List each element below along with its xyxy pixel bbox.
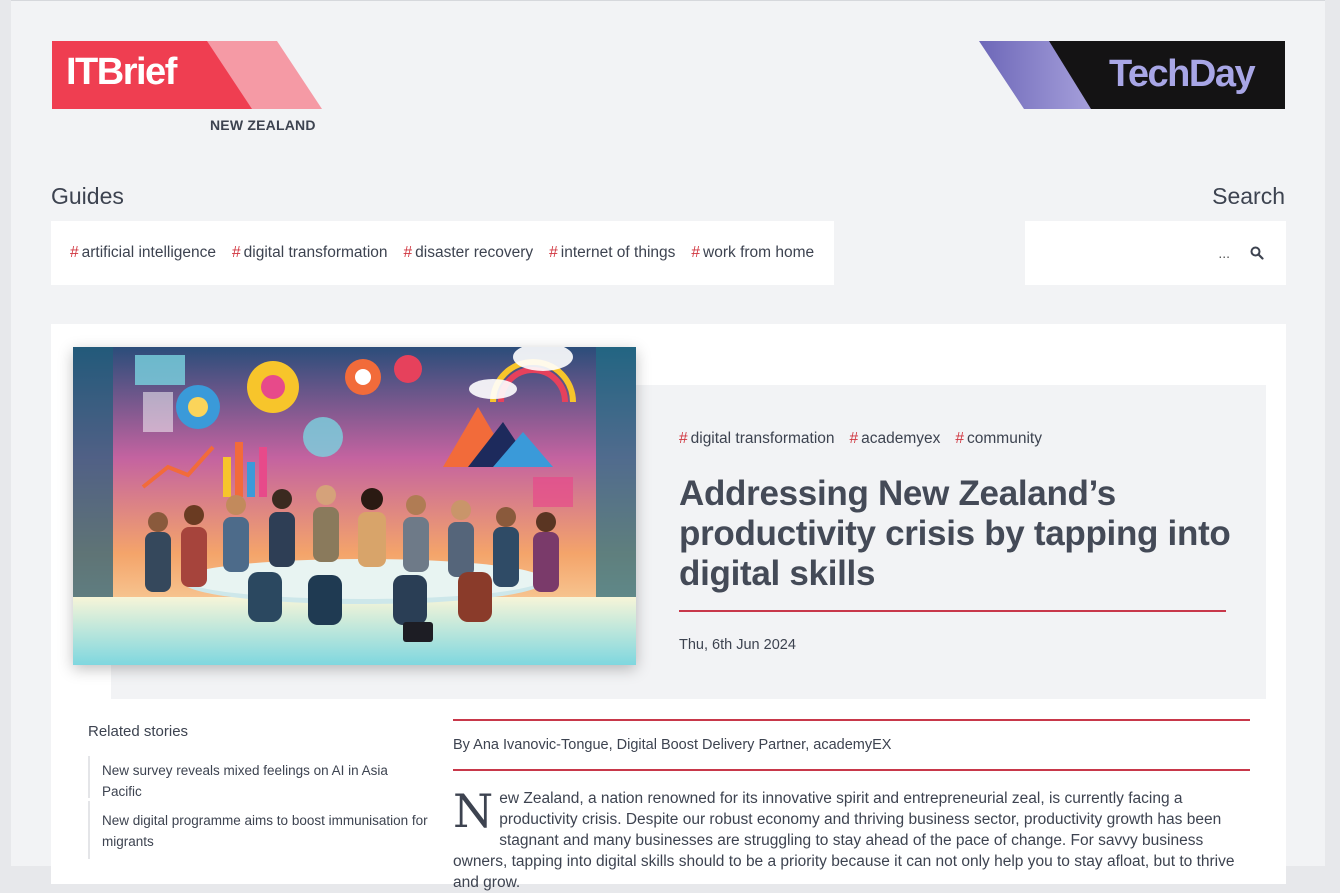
hero-image[interactable] (73, 347, 636, 665)
search-icon[interactable] (1250, 246, 1264, 260)
article-card: # digital transformation # academyex # comm… (51, 324, 1286, 891)
techday-logo[interactable]: TechDay (979, 41, 1285, 109)
headline-divider (679, 610, 1226, 612)
article-tag[interactable]: # academyex (850, 430, 941, 448)
search-input[interactable]: ... (1025, 221, 1286, 285)
article-date: Thu, 6th Jun 2024 (679, 637, 796, 653)
guide-tag[interactable]: # artificial intelligence (70, 244, 216, 262)
related-story-link[interactable]: New digital programme aims to boost immu… (88, 801, 428, 859)
itbrief-wordmark: ITBrief (66, 51, 177, 93)
guides-title: Guides (51, 183, 124, 209)
guides-tag-bar: # artificial intelligence # digital transf… (51, 221, 834, 285)
article-tag[interactable]: # community (955, 430, 1042, 448)
related-stories-title: Related stories (88, 723, 189, 740)
related-story-link[interactable]: New survey reveals mixed feelings on AI … (88, 756, 428, 799)
article-tags: # digital transformation # academyex # comm… (679, 430, 1042, 448)
article-tag[interactable]: # digital transformation (679, 430, 835, 448)
article-body: N ew Zealand, a nation renowned for its … (453, 788, 1250, 893)
article-paragraph: ew Zealand, a nation renowned for its in… (453, 790, 1235, 891)
article-headline: Addressing New Zealand’s productivity cr… (679, 474, 1231, 593)
guide-tag[interactable]: # work from home (691, 244, 814, 262)
byline-top-divider (453, 719, 1250, 721)
search-placeholder: ... (1218, 245, 1230, 261)
guide-tag[interactable]: # digital transformation (232, 244, 388, 262)
itbrief-logo[interactable]: ITBrief (52, 41, 322, 109)
page: ITBrief NEW ZEALAND TechDay Guides Searc… (11, 0, 1325, 891)
article-byline: By Ana Ivanovic-Tongue, Digital Boost De… (453, 737, 892, 753)
guide-tag[interactable]: # internet of things (549, 244, 675, 262)
drop-cap: N (453, 784, 494, 838)
region-label: NEW ZEALAND (210, 117, 316, 133)
techday-wordmark: TechDay (1109, 53, 1256, 95)
guide-tag[interactable]: # disaster recovery (404, 244, 534, 262)
search-title: Search (1212, 183, 1285, 209)
byline-bottom-divider (453, 769, 1250, 771)
